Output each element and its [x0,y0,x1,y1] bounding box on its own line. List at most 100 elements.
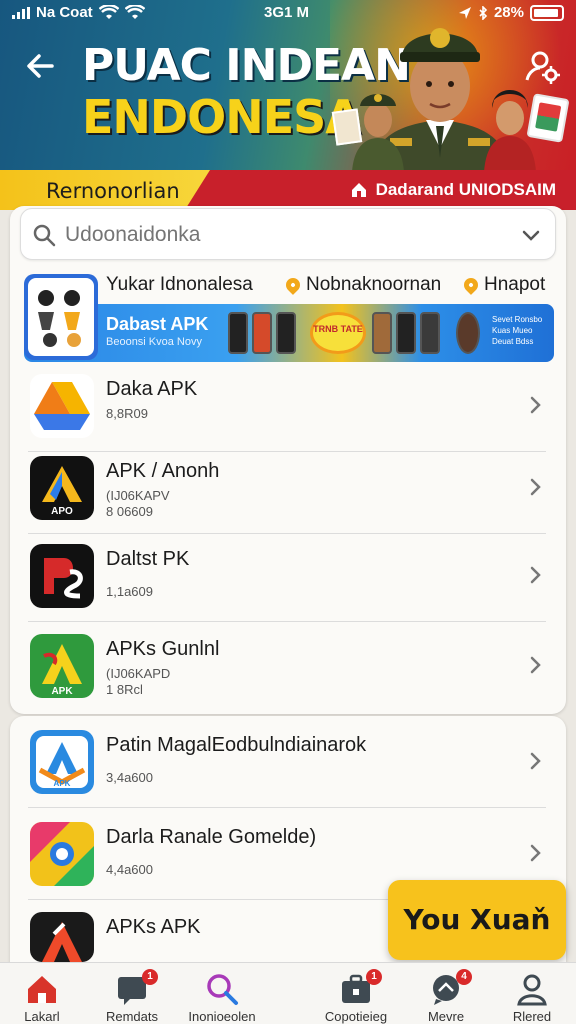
app-row[interactable]: APK Patin MagalEodbulndiainarok 3,4a600 [24,718,554,808]
chevron-right-icon [530,566,541,584]
nav-item-search[interactable]: Inonioeolen [174,969,270,1024]
app-title: APKs APK [106,916,201,938]
nav-item-profile[interactable]: Rlered [484,969,576,1024]
app-meta: (IJ06KAPV 8 06609 [106,488,170,520]
promo-badge: TRNB TATE [310,312,366,354]
wifi-icon-secondary [124,4,145,19]
svg-text:APO: APO [51,506,73,517]
nav-label: Lakarl [24,1009,60,1024]
chevron-right-icon [530,396,541,414]
chevron-down-icon[interactable] [519,223,543,247]
photo-card-decoration [331,108,363,146]
app-meta: 1,1a609 [106,584,153,599]
nav-item-chat[interactable]: 4 Mevre [398,969,494,1024]
apk-blue-app-icon: APK [30,730,94,794]
home-icon [351,183,366,197]
apk-green-app-icon: APK [30,634,94,698]
app-row[interactable]: APO APK / Anonh (IJ06KAPV 8 06609 [24,444,554,534]
notification-badge: 1 [366,969,382,985]
svg-text:APK: APK [54,779,71,788]
cta-button[interactable]: You Xuaň [388,880,566,960]
app-title: Daka APK [106,378,198,400]
filter-chip-1[interactable]: Nobnaknoornan [283,274,442,296]
user-gear-icon [525,51,560,84]
app-title: APK / Anonh [106,460,220,482]
nav-label: Rlered [512,1009,552,1024]
apk-app-icon: APO [30,456,94,520]
promo-app-icon-art [28,278,94,356]
location-pin-icon [461,275,481,295]
nav-label: Remdats [105,1009,159,1024]
promo-side-text: Sevet Ronsbo Kuas Mueo Deuat Bdss [492,315,543,346]
nav-item-home[interactable]: Lakarl [0,969,90,1024]
search-bar[interactable] [20,208,556,260]
status-left: Na Coat [12,4,145,21]
app-meta: 8,8R09 [106,406,148,421]
app-title: Darla Ranale Gomelde) [106,826,317,848]
search-input[interactable] [65,219,505,251]
phone-image [396,312,416,354]
banner-tab-label: Rernonorlian [46,179,180,203]
svg-text:APK: APK [51,686,73,697]
phone-image [228,312,248,354]
signal-icon [12,6,30,19]
profile-icon [517,974,547,1006]
promo-banner[interactable]: Dabast APK Beoonsi Kvoa Novy TRNB TATE S… [24,304,554,362]
carrier-label: Na Coat [36,4,93,21]
promo-app-icon[interactable] [24,274,98,360]
phone-image [372,312,392,354]
back-button[interactable] [22,48,58,84]
promo-subtitle: Beoonsi Kvoa Novy [106,336,202,348]
search-icon [33,224,56,247]
wifi-icon [98,4,119,19]
app-row[interactable]: Daltst PK 1,1a609 [24,532,554,622]
app-title: Patin MagalEodbulndiainarok [106,734,367,756]
profile-settings-button[interactable] [522,46,562,86]
phone-image [276,312,296,354]
banner-right[interactable]: Dadarand UNIODSAIM [350,180,556,200]
nav-item-messages[interactable]: 1 Remdats [84,969,180,1024]
filter-chip-2-label: Hnapot [484,274,546,295]
home-icon [28,976,56,1003]
apk-dark-app-icon [30,912,94,962]
app-meta: (IJ06KAPD 1 8Rcl [106,666,170,698]
drive-app-icon [30,374,94,438]
filter-chip-2[interactable]: Hnapot [461,274,546,296]
nav-item-jobs[interactable]: 1 Copotieieg [308,969,404,1024]
app-meta-line-1: (IJ06KAPD [106,666,171,681]
app-row[interactable]: Daka APK 8,8R09 [24,362,554,452]
section-banner: Rernonorlian Dadarand UNIODSAIM [0,170,576,210]
hero-header: Na Coat 3G1 M 28% PUAC INDEAN ENDONESA [0,0,576,172]
battery-icon [530,4,564,21]
banner-right-label: Dadarand UNIODSAIM [375,180,556,199]
chevron-right-icon [530,752,541,770]
row-divider [28,807,546,808]
colorful-app-icon [30,822,94,886]
chevron-right-icon [530,844,541,862]
location-pin-icon [283,275,303,295]
phone-image [252,312,272,354]
nav-label: Copotieieg [324,1009,388,1024]
person-image [456,312,480,354]
filter-chip-1-label: Nobnaknoornan [306,274,442,295]
app-title: Daltst PK [106,548,190,570]
arrow-left-icon [27,54,54,78]
cartoon-characters-icon [38,290,81,347]
nav-label: Mevre [427,1009,465,1024]
chevron-right-icon [530,478,541,496]
nav-label: Inonioeolen [188,1009,256,1024]
app-meta-line-2: 8 06609 [106,504,153,519]
bottom-nav: Lakarl 1 Remdats Inonioeolen 1 Copotieie… [0,962,576,1024]
notification-badge: 4 [456,969,472,985]
flag-sticker-decoration [526,93,570,143]
filter-row: Yukar Idnonalesa Nobnaknoornan Hnapot [24,272,554,302]
app-row[interactable]: APK APKs Gunlnl (IJ06KAPD 1 8Rcl [24,622,554,712]
app-title: APKs Gunlnl [106,638,220,660]
banner-tab[interactable]: Rernonorlian [0,170,210,210]
notification-badge: 1 [142,969,158,985]
ps-app-icon [30,544,94,608]
app-meta-line-2: 1 8Rcl [106,682,143,697]
app-meta: 4,4a600 [106,862,153,877]
app-meta-line-1: (IJ06KAPV [106,488,170,503]
promo-title: Dabast APK [106,314,209,334]
